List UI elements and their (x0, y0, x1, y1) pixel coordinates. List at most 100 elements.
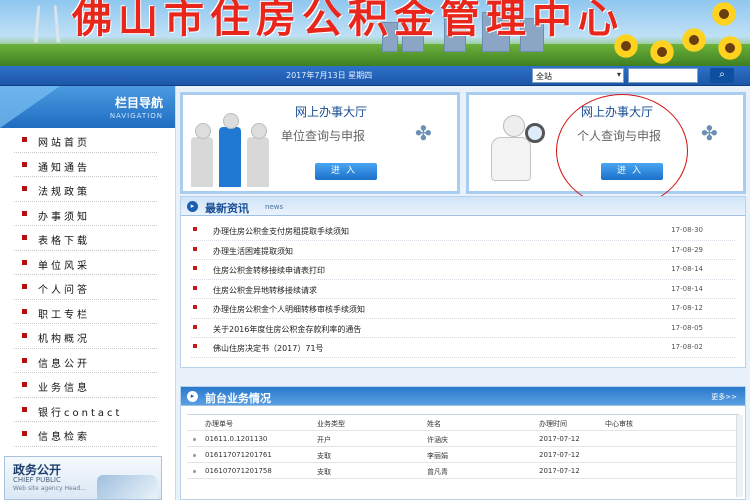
nav-item[interactable]: 通知通告 (14, 153, 157, 177)
nav-item-label: 职工专栏 (38, 309, 90, 321)
nav-item-label: 信息公开 (38, 358, 90, 370)
search-icon[interactable]: ⌕ (710, 68, 734, 83)
cell-name: 许涵庆 (427, 436, 448, 444)
business-header: ▸ 前台业务情况 更多>> (181, 387, 745, 406)
unit-hall-title: 网上办事大厅 (295, 105, 368, 119)
news-item-title: 办理住房公积金个人明细转移审核手续须知 (213, 305, 365, 314)
table-row: 016117071201761 支取 李丽娟 2017-07-12 (187, 447, 739, 463)
nav-item[interactable]: 业务信息 (14, 373, 157, 398)
unit-enter-button[interactable]: 进入 (315, 163, 377, 180)
bullet-icon (193, 246, 197, 251)
person-body (491, 137, 531, 181)
person-head (503, 115, 525, 137)
person-figure (247, 123, 269, 187)
nav-item-label: 单位风采 (38, 260, 90, 272)
nav-item[interactable]: 信息公开 (14, 349, 157, 373)
nav-item-label: 办事须知 (38, 211, 90, 223)
table-row: 01611.0.1201130 开户 许涵庆 2017-07-12 (187, 431, 739, 447)
news-item-title: 关于2016年度住房公积金存款利率的通告 (213, 324, 362, 334)
news-header: ▸ 最新资讯 news (181, 197, 745, 216)
magnifier-icon (525, 123, 545, 143)
magnifier-person-image (481, 113, 551, 187)
business-icon: ▸ (187, 391, 198, 402)
search-scope-select[interactable]: 全站 ▾ (532, 68, 624, 83)
news-item-date: 17-08-12 (671, 304, 703, 312)
unit-service-panel: 网上办事大厅 单位查询与申报 进入 ✤ (180, 92, 460, 194)
business-table: 办理单号 业务类型 姓名 办理时间 中心审核 01611.0.1201130 开… (187, 414, 739, 479)
cell-type: 支取 (317, 452, 331, 460)
date-search-bar: 2017年7月13日 星期四 全站 ▾ ⌕ (0, 66, 750, 86)
nav-title: 栏目导航 (114, 96, 163, 110)
news-item[interactable]: 关于2016年度住房公积金存款利率的通告 17-08-05 (191, 319, 735, 338)
nav-item[interactable]: 信息检索 (14, 422, 157, 447)
news-item-title: 办理住房公积金支付房租提取手续须知 (213, 227, 349, 236)
cell-id: 016107071201758 (205, 467, 272, 475)
col-header: 办理单号 (205, 420, 233, 428)
news-item[interactable]: 办理住房公积金支付房租提取手续须知 17-08-30 (191, 221, 735, 241)
bullet-icon (22, 235, 27, 240)
bullet-icon (22, 259, 27, 265)
bullet-icon (193, 454, 196, 457)
nav-item-label: 网站首页 (38, 138, 90, 149)
latest-news-panel: ▸ 最新资讯 news 办理住房公积金支付房租提取手续须知 17-08-30 办理… (180, 196, 746, 368)
nav-item[interactable]: 单位风采 (14, 251, 157, 275)
nav-item[interactable]: 表格下载 (14, 226, 157, 251)
bullet-icon (22, 186, 27, 191)
news-item[interactable]: 住房公积金转移接续申请表打印 17-08-14 (191, 260, 735, 280)
nav-item[interactable]: 办事须知 (14, 202, 157, 226)
pinwheel-icon: ✤ (415, 121, 432, 145)
gov-caption: Web site agency Head... (13, 485, 86, 492)
nav-item-label: 银行contact (38, 407, 123, 419)
nav-header-decoration (0, 86, 60, 128)
cell-id: 01611.0.1201130 (205, 435, 268, 443)
gov-image (97, 475, 157, 499)
news-item-date: 17-08-29 (671, 245, 703, 254)
nav-item[interactable]: 机构概况 (14, 324, 157, 349)
bullet-icon (22, 357, 27, 363)
sunflower-icon (712, 2, 736, 26)
news-item[interactable]: 佛山住房决定书（2017）71号 17-08-02 (191, 338, 735, 358)
news-item-date: 17-08-14 (671, 265, 703, 273)
nav-item-label: 信息检索 (38, 432, 90, 443)
news-item-title: 住房公积金转移接续申请表打印 (213, 266, 325, 275)
nav-item[interactable]: 个人问答 (14, 275, 157, 300)
news-item-date: 17-08-05 (671, 323, 703, 332)
news-title: 最新资讯 (205, 202, 249, 215)
news-item[interactable]: 住房公积金异地转移接续请求 17-08-14 (191, 280, 735, 299)
news-item[interactable]: 办理生活困难提取须知 17-08-29 (191, 241, 735, 260)
col-header: 姓名 (427, 420, 441, 428)
site-title: 佛山市住房公积金管理中心 (72, 0, 624, 42)
site-banner: 佛山市住房公积金管理中心 (0, 0, 750, 66)
bullet-icon (193, 285, 197, 290)
nav-subtitle: NAVIGATION (109, 112, 163, 120)
unit-hall-subtitle: 单位查询与申报 (281, 129, 366, 143)
news-list: 办理住房公积金支付房租提取手续须知 17-08-30 办理生活困难提取须知 17-0… (181, 216, 745, 358)
bullet-icon (22, 284, 27, 289)
bullet-icon (193, 324, 197, 329)
nav-item-label: 业务信息 (38, 383, 90, 394)
table-scrollbar[interactable] (736, 415, 743, 497)
nav-item[interactable]: 法规政策 (14, 177, 157, 202)
nav-item-label: 个人问答 (38, 285, 90, 296)
cell-time: 2017-07-12 (539, 435, 580, 443)
news-item-title: 办理生活困难提取须知 (213, 246, 293, 256)
bullet-icon (193, 227, 197, 231)
search-scope-value: 全站 (536, 72, 552, 81)
cell-name: 李丽娟 (427, 452, 448, 460)
nav-item[interactable]: 银行contact (14, 398, 157, 422)
col-header: 办理时间 (539, 420, 567, 428)
sunflower-icon (718, 36, 742, 60)
nav-item[interactable]: 职工专栏 (14, 300, 157, 324)
more-link[interactable]: 更多>> (711, 392, 737, 402)
search-input[interactable] (628, 68, 698, 83)
cell-type: 支取 (317, 468, 331, 476)
news-item[interactable]: 办理住房公积金个人明细转移审核手续须知 17-08-12 (191, 299, 735, 319)
nav-item[interactable]: 网站首页 (14, 128, 157, 153)
bullet-icon (22, 161, 27, 167)
bullet-icon (193, 470, 196, 473)
nav-item-label: 通知通告 (38, 162, 90, 174)
gov-affairs-link[interactable]: 政务公开 CHIEF PUBLIC Web site agency Head..… (4, 456, 162, 500)
table-row: 016107071201758 支取 曾凡青 2017-07-12 (187, 463, 739, 479)
col-header: 业务类型 (317, 420, 345, 428)
gov-subtitle: CHIEF PUBLIC (13, 476, 61, 484)
